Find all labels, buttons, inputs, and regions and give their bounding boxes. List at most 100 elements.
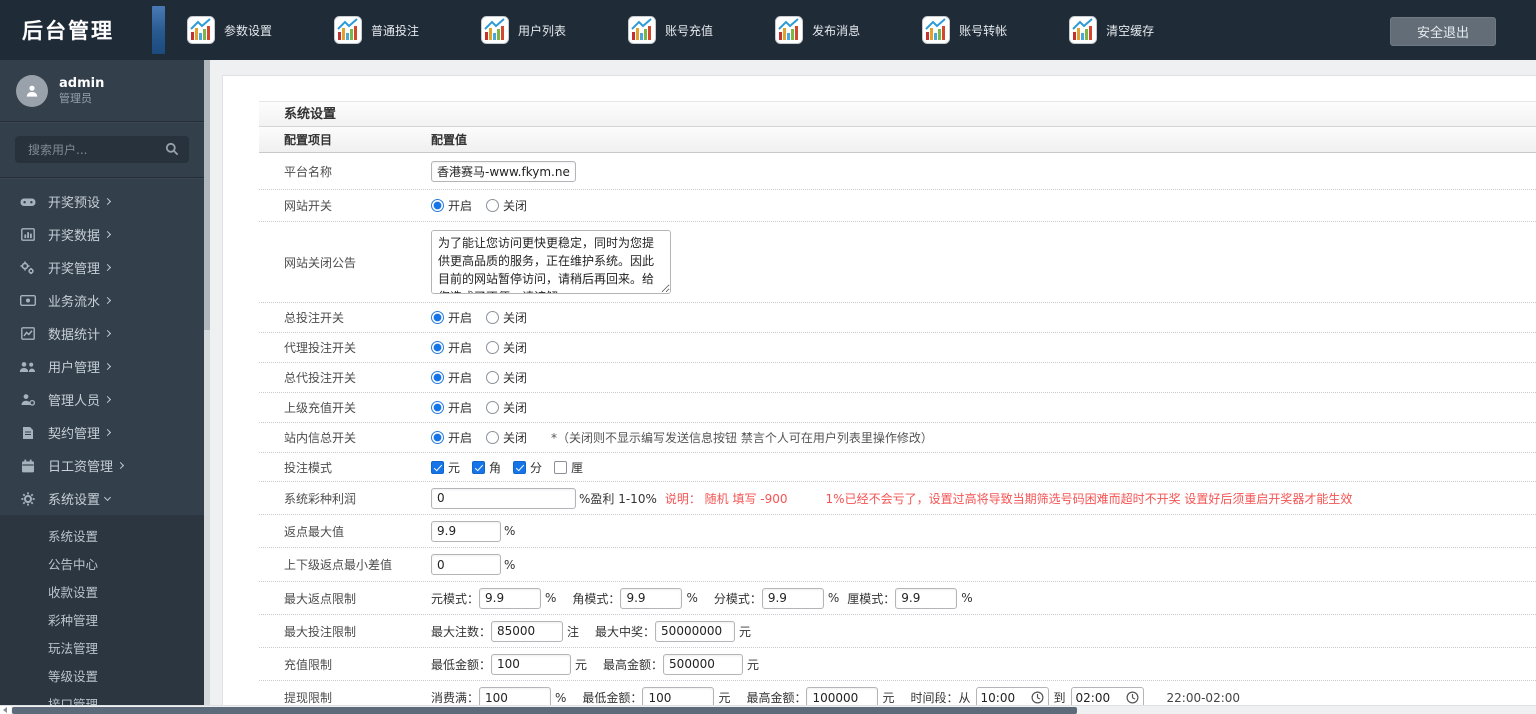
submenu-item-announcement-center[interactable]: 公告中心 [0,551,204,579]
sidebar-item-admin-staff[interactable]: 管理人员 [0,383,204,416]
submenu-item-level-settings[interactable]: 等级设置 [0,663,204,691]
time-to-input[interactable] [1075,690,1126,705]
checkbox-yuan[interactable] [431,460,444,474]
sidebar-item-label: 业务流水 [48,295,101,310]
setting-row-recharge-limit: 充值限制 最低金额： 元 最高金额： 元 [259,648,1536,681]
sidebar-item-label: 开奖管理 [48,262,101,277]
sidebar-item-label: 数据统计 [48,328,101,343]
rebate-max-input[interactable] [431,520,501,542]
checkbox-fen[interactable] [513,460,527,474]
radio-off[interactable] [486,371,500,384]
search-icon[interactable] [165,142,179,159]
sidebar-item-daily-wage[interactable]: 日工资管理 [0,449,204,482]
topnav-item-transfer[interactable]: 账号转帐 [922,16,1007,44]
panel-title: 系统设置 [259,101,1536,127]
line-chart-icon [19,326,36,341]
setting-row-max-rebate-limit: 最大返点限制 元模式： % 角模式： % 分模式： % 厘模式： % [259,582,1536,615]
sidebar-item-lottery-manage[interactable]: 开奖管理 [0,251,204,284]
sidebar-item-business-flow[interactable]: 业务流水 [0,284,204,317]
row-label: 上级充值开关 [284,401,357,415]
sidebar-item-label: 开奖数据 [48,229,101,244]
radio-on[interactable] [431,371,444,384]
checkbox-li[interactable] [554,460,568,474]
field-unit: % [961,591,973,605]
submenu-item-system-settings[interactable]: 系统设置 [0,523,204,551]
sidebar-item-label: 日工资管理 [48,460,114,475]
chevron-right-icon [103,329,112,338]
setting-row-rebate-min-diff: 上下级返点最小差值 % [259,548,1536,582]
max-win-input[interactable] [655,620,736,642]
users-icon [19,359,36,374]
sidebar-item-contract-manage[interactable]: 契约管理 [0,416,204,449]
logout-button[interactable]: 安全退出 [1389,17,1496,46]
radio-off[interactable] [486,341,500,354]
radio-off[interactable] [486,311,500,324]
topnav-item-clear-cache[interactable]: 清空缓存 [1069,16,1154,44]
rebate-min-diff-input[interactable] [431,554,501,575]
submenu-item-lottery-type-manage[interactable]: 彩种管理 [0,607,204,635]
clock-icon [1030,691,1044,704]
radio-on[interactable] [431,431,444,444]
radio-on[interactable] [431,199,444,212]
topnav-item-params[interactable]: 参数设置 [187,16,272,44]
sidebar-item-lottery-preset[interactable]: 开奖预设 [0,185,204,218]
sidebar-item-user-manage[interactable]: 用户管理 [0,350,204,383]
topnav-item-publish-message[interactable]: 发布消息 [775,16,860,44]
radio-on[interactable] [431,401,444,414]
system-profit-input[interactable] [431,487,576,509]
withdraw-consume-input[interactable] [479,687,552,705]
radio-label: 开启 [448,401,473,415]
platform-name-input[interactable] [431,160,576,182]
field-label: 元模式： [431,591,480,606]
checkbox-label: 厘 [571,460,584,475]
radio-off[interactable] [486,401,500,414]
search-input[interactable] [15,136,189,163]
withdraw-min-input[interactable] [642,687,715,705]
sidebar-item-lottery-data[interactable]: 开奖数据 [0,218,204,251]
accent-stripe [152,6,165,54]
checkbox-label: 元 [448,460,461,475]
setting-row-total-bet-switch: 总投注开关 开启 关闭 [259,303,1536,333]
input-suffix: % [504,524,516,538]
input-suffix: %盈利 1-10% [579,491,657,506]
radio-on[interactable] [431,341,444,354]
top-navigation: 参数设置 普通投注 用户列表 账号充值 发布消息 账号转帐 清空缓存 [187,16,1216,44]
field-label: 角模式： [572,591,621,606]
radio-off[interactable] [486,199,500,212]
topnav-item-label: 清空缓存 [1106,23,1155,38]
fen-mode-input[interactable] [761,587,824,609]
radio-off[interactable] [486,431,500,444]
checkbox-jiao[interactable] [472,460,486,474]
field-unit: 元 [882,691,895,705]
horizontal-scrollbar[interactable] [0,705,1536,714]
setting-row-withdraw-limit: 提现限制 消费满： % 最低金额： 元 最高金额： 元 时间段：从 [259,681,1536,705]
close-notice-textarea[interactable]: 为了能让您访问更快更稳定，同时为您提供更高品质的服务，正在维护系统。因此目前的网… [431,230,671,294]
topnav-item-normal-bet[interactable]: 普通投注 [334,16,419,44]
recharge-max-input[interactable] [663,653,744,675]
settings-table: 系统设置 配置项目 配置值 平台名称 网站开关 开启 [259,101,1536,705]
time-from-input[interactable] [980,690,1031,705]
sidebar-item-data-stats[interactable]: 数据统计 [0,317,204,350]
li-mode-input[interactable] [895,587,958,609]
scroll-left-button[interactable] [0,706,11,714]
setting-row-system-profit: 系统彩种利润 %盈利 1-10% 说明： 随机 填写 -900 1%已经不会亏了… [259,482,1536,515]
recharge-min-input[interactable] [491,653,572,675]
yuan-mode-input[interactable] [479,587,542,609]
sidebar-item-system-settings[interactable]: 系统设置 [0,482,204,515]
jiao-mode-input[interactable] [620,587,683,609]
horizontal-scrollbar-thumb[interactable] [12,707,1077,714]
withdraw-max-input[interactable] [806,687,879,705]
topnav-item-user-list[interactable]: 用户列表 [481,16,566,44]
field-label: 到 [1053,691,1066,705]
max-bet-count-input[interactable] [491,620,564,642]
divider [0,121,204,123]
gears-icon [19,260,36,275]
topnav-item-recharge[interactable]: 账号充值 [628,16,713,44]
submenu-item-play-manage[interactable]: 玩法管理 [0,635,204,663]
radio-on[interactable] [431,311,444,324]
time-range-note: 22:00-02:00 [1166,690,1241,705]
field-label: 厘模式： [847,591,896,606]
setting-row-upper-recharge-switch: 上级充值开关 开启 关闭 [259,393,1536,423]
submenu-item-payment-settings[interactable]: 收款设置 [0,579,204,607]
setting-row-site-message-switch: 站内信总开关 开启 关闭 *（关闭则不显示编写发送信息按钮 禁言个人可在用户列表… [259,423,1536,453]
